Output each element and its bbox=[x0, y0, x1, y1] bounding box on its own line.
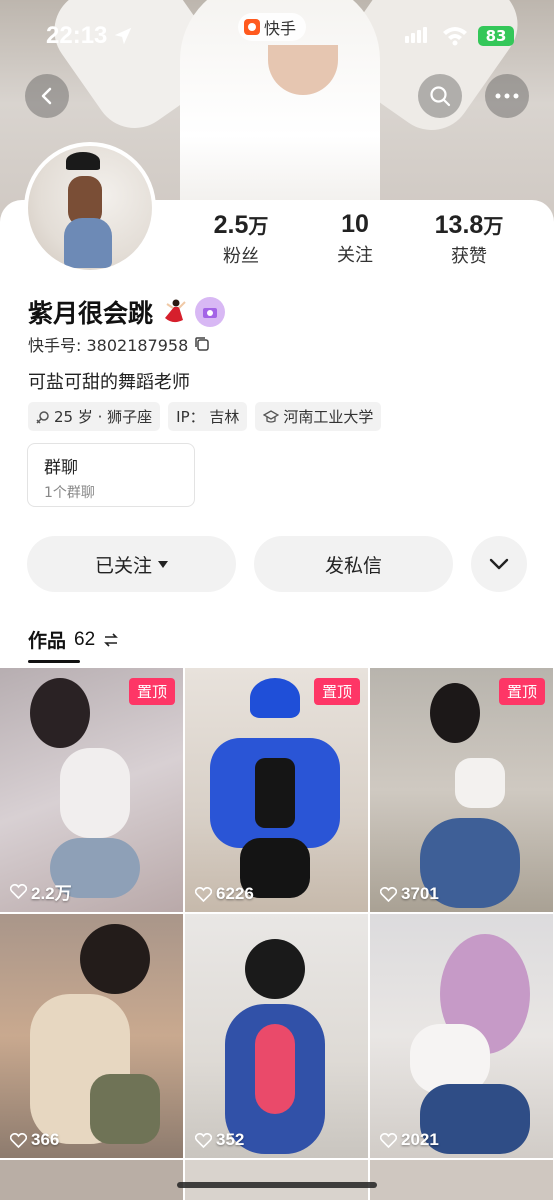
tab-underline bbox=[28, 660, 80, 663]
back-button[interactable] bbox=[25, 74, 69, 118]
status-bar: 22:13 快手 83 bbox=[0, 0, 554, 70]
post-tile[interactable]: 置顶 6226 bbox=[185, 668, 368, 912]
stat-followers[interactable]: 2.5万 粉丝 bbox=[186, 210, 296, 268]
following-label: 关注 bbox=[337, 245, 373, 266]
name-row: 紫月很会跳 bbox=[28, 294, 226, 330]
following-count: 10 bbox=[341, 210, 369, 238]
followed-label: 已关注 bbox=[94, 554, 152, 577]
post-likes-count: 2.2万 bbox=[31, 884, 72, 903]
post-likes-count: 366 bbox=[31, 1130, 60, 1149]
creator-badge-icon[interactable] bbox=[195, 297, 226, 327]
post-tile[interactable] bbox=[370, 1160, 553, 1200]
followers-unit: 万 bbox=[248, 216, 269, 238]
followers-label: 粉丝 bbox=[223, 246, 259, 267]
likes-count: 13.8 bbox=[434, 211, 484, 239]
post-tile[interactable]: 352 bbox=[185, 914, 368, 1158]
home-indicator[interactable] bbox=[177, 1182, 377, 1188]
pinned-badge: 置顶 bbox=[313, 678, 360, 705]
post-likes-count: 352 bbox=[216, 1130, 245, 1149]
status-time: 22:13 bbox=[46, 22, 108, 49]
more-options-button[interactable] bbox=[485, 74, 529, 118]
heart-outline-icon bbox=[10, 884, 27, 899]
app-indicator-pill[interactable]: 快手 bbox=[238, 13, 307, 41]
tag-ip: IP： 吉林 bbox=[168, 402, 248, 431]
post-likes-count: 6226 bbox=[216, 884, 254, 903]
post-likes-count: 2021 bbox=[401, 1130, 439, 1149]
post-likes: 366 bbox=[10, 1130, 59, 1150]
more-dots-icon bbox=[495, 93, 519, 99]
tag-ip-text: IP： 吉林 bbox=[176, 408, 240, 426]
chevron-down-icon bbox=[489, 558, 509, 570]
wifi-icon bbox=[443, 27, 467, 46]
tag-school-text: 河南工业大学 bbox=[283, 408, 374, 426]
app-name: 快手 bbox=[264, 19, 297, 38]
post-likes-count: 3701 bbox=[401, 884, 439, 903]
heart-outline-icon bbox=[10, 1132, 27, 1148]
location-arrow-icon bbox=[114, 27, 132, 45]
pinned-badge: 置顶 bbox=[128, 678, 175, 705]
chevron-left-icon bbox=[41, 87, 52, 105]
search-icon bbox=[430, 86, 451, 107]
heart-outline-icon bbox=[195, 1132, 212, 1148]
profile-bio: 可盐可甜的舞蹈老师 bbox=[28, 372, 190, 393]
post-likes: 352 bbox=[195, 1130, 244, 1150]
stat-following[interactable]: 10 关注 bbox=[300, 210, 410, 267]
tag-age: 25 岁 · 狮子座 bbox=[28, 402, 161, 431]
heart-outline-icon bbox=[380, 1132, 397, 1148]
group-chat-card[interactable]: 群聊 1个群聊 bbox=[27, 443, 195, 507]
post-likes: 2021 bbox=[380, 1130, 439, 1150]
post-tile[interactable]: 置顶 2.2万 bbox=[0, 668, 183, 912]
camera-badge-icon bbox=[203, 308, 218, 318]
dancer-emoji-icon bbox=[165, 299, 186, 323]
post-likes: 2.2万 bbox=[10, 879, 72, 904]
kuaishou-id-row: 快手号: 3802187958 bbox=[28, 332, 210, 356]
tag-age-text: 25 岁 · 狮子座 bbox=[54, 408, 153, 426]
works-tab-count: 62 bbox=[74, 628, 96, 650]
post-tile[interactable]: 置顶 3701 bbox=[370, 668, 553, 912]
battery-indicator: 83 bbox=[478, 26, 514, 46]
post-likes: 3701 bbox=[380, 884, 439, 904]
heart-outline-icon bbox=[195, 886, 212, 902]
post-tile[interactable] bbox=[0, 1160, 183, 1200]
post-tile[interactable]: 366 bbox=[0, 914, 183, 1158]
likes-label: 获赞 bbox=[451, 246, 487, 267]
profile-tags: 25 岁 · 狮子座 IP： 吉林 河南工业大学 bbox=[28, 402, 382, 431]
tab-works[interactable]: 作品 62 bbox=[28, 626, 119, 653]
caret-down-icon bbox=[158, 560, 168, 568]
gender-female-icon bbox=[36, 410, 49, 424]
send-message-button[interactable]: 发私信 bbox=[254, 536, 453, 592]
followers-count: 2.5 bbox=[213, 211, 249, 239]
group-chat-title: 群聊 bbox=[44, 458, 78, 478]
graduation-cap-icon bbox=[263, 409, 280, 423]
followed-button[interactable]: 已关注 bbox=[27, 536, 236, 592]
stat-likes[interactable]: 13.8万 获赞 bbox=[414, 210, 524, 268]
heart-outline-icon bbox=[380, 886, 397, 902]
likes-unit: 万 bbox=[483, 216, 504, 238]
tag-school[interactable]: 河南工业大学 bbox=[255, 402, 382, 431]
search-button[interactable] bbox=[418, 74, 462, 118]
post-tile[interactable] bbox=[185, 1160, 368, 1200]
sort-swap-icon[interactable] bbox=[103, 632, 119, 647]
expand-recommendations-button[interactable] bbox=[471, 536, 527, 592]
avatar[interactable] bbox=[24, 142, 156, 274]
cellular-signal-icon bbox=[405, 27, 427, 43]
kuaishou-id: 快手号: 3802187958 bbox=[28, 336, 189, 355]
group-chat-subtitle: 1个群聊 bbox=[44, 485, 95, 501]
send-message-label: 发私信 bbox=[324, 554, 382, 577]
post-likes: 6226 bbox=[195, 884, 254, 904]
post-tile[interactable]: 2021 bbox=[370, 914, 553, 1158]
pinned-badge: 置顶 bbox=[498, 678, 545, 705]
kuaishou-logo-icon bbox=[244, 19, 260, 35]
works-tab-label: 作品 bbox=[28, 630, 67, 652]
profile-name: 紫月很会跳 bbox=[28, 299, 154, 328]
copy-icon[interactable] bbox=[194, 336, 210, 352]
